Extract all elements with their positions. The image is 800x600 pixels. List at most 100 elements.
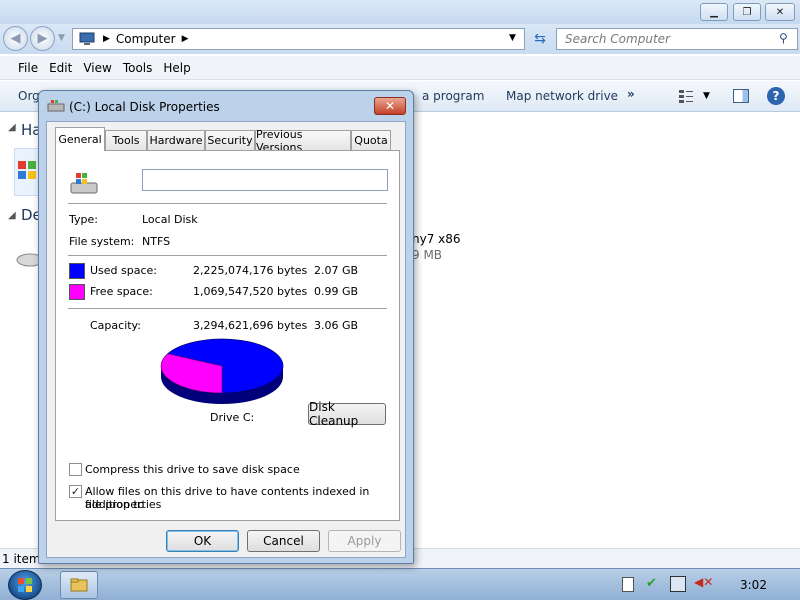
minimize-button[interactable]: ▁ bbox=[700, 3, 728, 21]
taskbar: ✔ ◀✕ 3:02 bbox=[0, 568, 800, 600]
used-space-bytes: 2,225,074,176 bytes bbox=[193, 264, 308, 277]
search-input[interactable]: Search Computer ⚲ bbox=[556, 28, 798, 50]
file-system-value: NTFS bbox=[142, 235, 171, 248]
drive-icon bbox=[47, 100, 65, 112]
view-options-button[interactable] bbox=[678, 89, 694, 106]
breadcrumb-separator-icon: ▶ bbox=[103, 34, 110, 44]
free-space-size: 0.99 GB bbox=[314, 285, 359, 298]
tab-previous-versions[interactable]: Previous Versions bbox=[255, 128, 351, 154]
back-arrow-icon: ◀ bbox=[10, 31, 21, 46]
address-bar[interactable]: ▶ Computer ▶ ▼ bbox=[72, 28, 525, 50]
start-button[interactable] bbox=[8, 570, 42, 600]
status-item-count: 1 item bbox=[2, 552, 41, 566]
address-segment-computer[interactable]: Computer bbox=[116, 32, 176, 46]
help-icon: ? bbox=[772, 89, 780, 103]
menu-file[interactable]: File bbox=[18, 61, 45, 75]
checkmark-icon: ✓ bbox=[70, 485, 81, 498]
menu-view[interactable]: View bbox=[83, 61, 118, 75]
map-network-drive-button[interactable]: Map network drive bbox=[506, 89, 618, 103]
volume-muted-icon[interactable]: ◀✕ bbox=[694, 575, 713, 593]
ok-button[interactable]: OK bbox=[166, 530, 239, 552]
search-icon[interactable]: ⚲ bbox=[779, 31, 788, 45]
tab-quota[interactable]: Quota bbox=[351, 130, 391, 150]
dvd-drive-size: 9 MB bbox=[412, 248, 443, 262]
close-icon: ✕ bbox=[775, 6, 785, 18]
compress-label[interactable]: Compress this drive to save disk space bbox=[85, 463, 300, 476]
disk-usage-pie-chart bbox=[160, 338, 284, 404]
address-dropdown-icon[interactable]: ▼ bbox=[509, 33, 516, 43]
dvd-drive-label[interactable]: ny7 x86 bbox=[412, 232, 461, 246]
free-space-label: Free space: bbox=[90, 285, 153, 298]
free-space-swatch bbox=[69, 284, 85, 300]
file-system-label: File system: bbox=[69, 235, 135, 248]
menu-bar: File Edit View Tools Help bbox=[0, 56, 800, 80]
tab-general[interactable]: General bbox=[55, 127, 105, 151]
dialog-body: General Tools Hardware Security Previous… bbox=[46, 121, 406, 558]
windows-logo-icon bbox=[18, 578, 32, 592]
type-value: Local Disk bbox=[142, 213, 198, 226]
uninstall-program-button[interactable]: a program bbox=[422, 89, 484, 103]
collapse-hard-drives-icon[interactable]: ◢ bbox=[8, 122, 16, 133]
dialog-title: (C:) Local Disk Properties bbox=[69, 100, 220, 114]
type-label: Type: bbox=[69, 213, 98, 226]
menu-edit[interactable]: Edit bbox=[49, 61, 79, 75]
used-space-label: Used space: bbox=[90, 264, 158, 277]
action-center-icon[interactable] bbox=[622, 577, 634, 592]
local-disk-icon bbox=[70, 173, 98, 194]
security-shield-icon[interactable]: ✔ bbox=[646, 576, 662, 594]
index-checkbox[interactable]: ✓ bbox=[69, 485, 82, 498]
taskbar-explorer-button[interactable] bbox=[60, 571, 98, 599]
network-icon[interactable] bbox=[670, 576, 686, 592]
drive-caption: Drive C: bbox=[210, 411, 255, 424]
menu-tools[interactable]: Tools bbox=[123, 61, 160, 75]
windows-drive-icon bbox=[18, 161, 36, 179]
used-space-swatch bbox=[69, 263, 85, 279]
compress-checkbox[interactable] bbox=[69, 463, 82, 476]
forward-button[interactable]: ▶ bbox=[30, 26, 55, 51]
search-placeholder: Search Computer bbox=[565, 32, 670, 46]
free-space-bytes: 1,069,547,520 bytes bbox=[193, 285, 308, 298]
back-button[interactable]: ◀ bbox=[3, 26, 28, 51]
restore-icon: ❐ bbox=[742, 6, 752, 18]
capacity-label: Capacity: bbox=[90, 319, 141, 332]
view-dropdown-icon[interactable]: ▼ bbox=[703, 91, 710, 101]
computer-icon bbox=[79, 32, 95, 45]
explorer-titlebar: ▁ ❐ ✕ bbox=[0, 0, 800, 24]
dialog-close-button[interactable]: ✕ bbox=[374, 97, 406, 115]
close-icon: ✕ bbox=[384, 99, 396, 113]
breadcrumb-separator-icon[interactable]: ▶ bbox=[182, 34, 189, 44]
minimize-icon: ▁ bbox=[710, 6, 718, 18]
refresh-icon: ⇆ bbox=[534, 31, 546, 47]
volume-label-input[interactable] bbox=[142, 169, 388, 191]
general-tab-panel: Type: Local Disk File system: NTFS Used … bbox=[55, 150, 400, 521]
preview-pane-button[interactable] bbox=[733, 89, 749, 103]
restore-button[interactable]: ❐ bbox=[733, 3, 761, 21]
dialog-titlebar[interactable]: (C:) Local Disk Properties ✕ bbox=[39, 91, 413, 121]
disk-cleanup-button[interactable]: Disk Cleanup bbox=[308, 400, 386, 428]
divider bbox=[68, 308, 387, 309]
taskbar-clock[interactable]: 3:02 bbox=[740, 578, 767, 592]
capacity-size: 3.06 GB bbox=[314, 319, 359, 332]
tab-security[interactable]: Security bbox=[205, 130, 255, 150]
recent-pages-dropdown-icon[interactable]: ▼ bbox=[58, 33, 65, 43]
cancel-button[interactable]: Cancel bbox=[247, 530, 320, 552]
local-disk-item[interactable] bbox=[14, 148, 40, 196]
tab-tools[interactable]: Tools bbox=[105, 130, 147, 150]
more-commands-button[interactable]: » bbox=[627, 87, 635, 101]
apply-button[interactable]: Apply bbox=[328, 530, 401, 552]
divider bbox=[68, 255, 387, 256]
close-window-button[interactable]: ✕ bbox=[765, 3, 795, 21]
capacity-bytes: 3,294,621,696 bytes bbox=[193, 319, 308, 332]
refresh-button[interactable]: ⇆ bbox=[529, 28, 551, 50]
tab-hardware[interactable]: Hardware bbox=[147, 130, 205, 150]
help-button[interactable]: ? bbox=[767, 87, 785, 105]
folder-icon bbox=[70, 578, 88, 592]
disk-properties-dialog: (C:) Local Disk Properties ✕ General Too… bbox=[38, 90, 414, 564]
view-icon bbox=[679, 90, 693, 103]
collapse-devices-icon[interactable]: ◢ bbox=[8, 210, 16, 221]
menu-help[interactable]: Help bbox=[163, 61, 197, 75]
index-label-line2[interactable]: file properties bbox=[85, 498, 161, 511]
organize-button[interactable]: Org bbox=[18, 89, 40, 103]
navigation-bar: ◀ ▶ ▼ ▶ Computer ▶ ▼ ⇆ Search Computer ⚲ bbox=[0, 24, 800, 54]
used-space-size: 2.07 GB bbox=[314, 264, 359, 277]
